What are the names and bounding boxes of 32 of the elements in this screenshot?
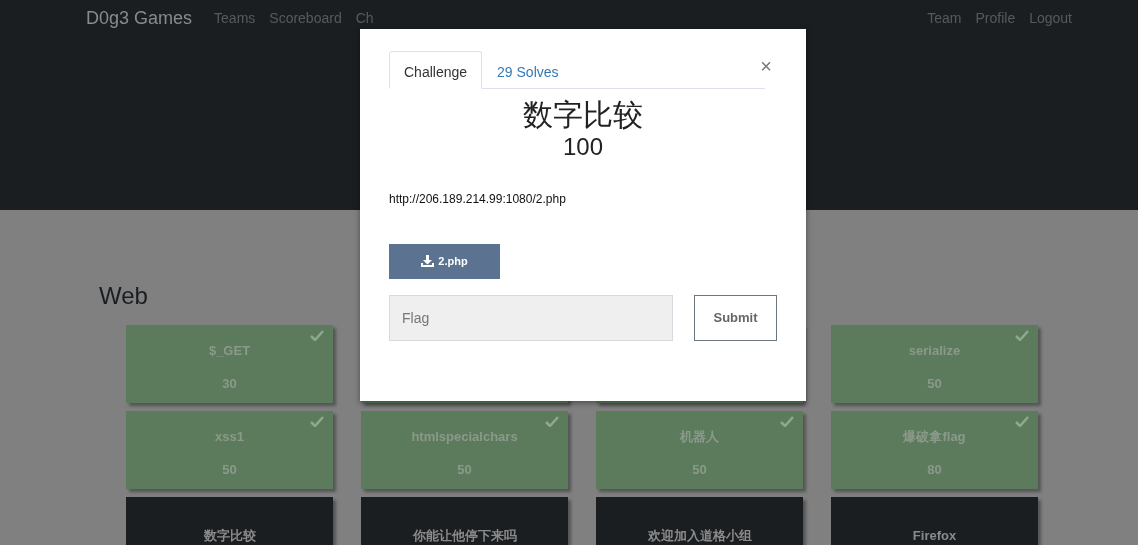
challenge-description: http://206.189.214.99:1080/2.php — [389, 190, 567, 208]
check-icon — [1015, 329, 1029, 341]
challenge-name: 欢迎加入道格小组 — [647, 527, 752, 545]
check-icon — [310, 415, 324, 427]
nav-link[interactable]: Teams — [214, 7, 256, 29]
challenge-tile[interactable]: 你能让他停下来吗 — [361, 496, 568, 545]
flag-input[interactable]: Flag — [389, 294, 673, 341]
challenge-tile[interactable]: 数字比较 — [126, 496, 333, 545]
check-icon — [310, 329, 324, 341]
nav-link[interactable]: Scoreboard — [269, 7, 342, 29]
check-icon — [545, 415, 559, 427]
download-icon — [421, 255, 435, 268]
check-icon — [780, 415, 794, 427]
brand-logo[interactable]: D0g3 Games — [86, 4, 193, 32]
category-heading: Web — [99, 282, 148, 311]
modal-tab[interactable]: Challenge — [389, 51, 483, 89]
nav-link[interactable]: Ch — [355, 7, 374, 29]
nav-link[interactable]: Logout — [1029, 7, 1072, 29]
modal-tab[interactable]: 29 Solves — [482, 51, 574, 89]
check-icon — [1015, 415, 1029, 427]
challenge-name: 数字比较 — [203, 527, 256, 545]
challenge-points: 100 — [561, 133, 604, 162]
challenge-name: 你能让他停下来吗 — [412, 527, 517, 545]
challenge-title: 数字比较 — [522, 97, 644, 133]
challenge-tile[interactable]: 欢迎加入道格小组 — [596, 496, 803, 545]
close-button[interactable]: × — [754, 55, 778, 77]
nav-link[interactable]: Team — [927, 7, 962, 29]
nav-link[interactable]: Profile — [975, 7, 1016, 29]
challenge-name: Firefox — [912, 527, 957, 545]
submit-button[interactable]: Submit — [694, 294, 777, 341]
download-button[interactable]: 2.php — [389, 243, 500, 279]
challenge-tile[interactable]: Firefox — [831, 496, 1038, 545]
